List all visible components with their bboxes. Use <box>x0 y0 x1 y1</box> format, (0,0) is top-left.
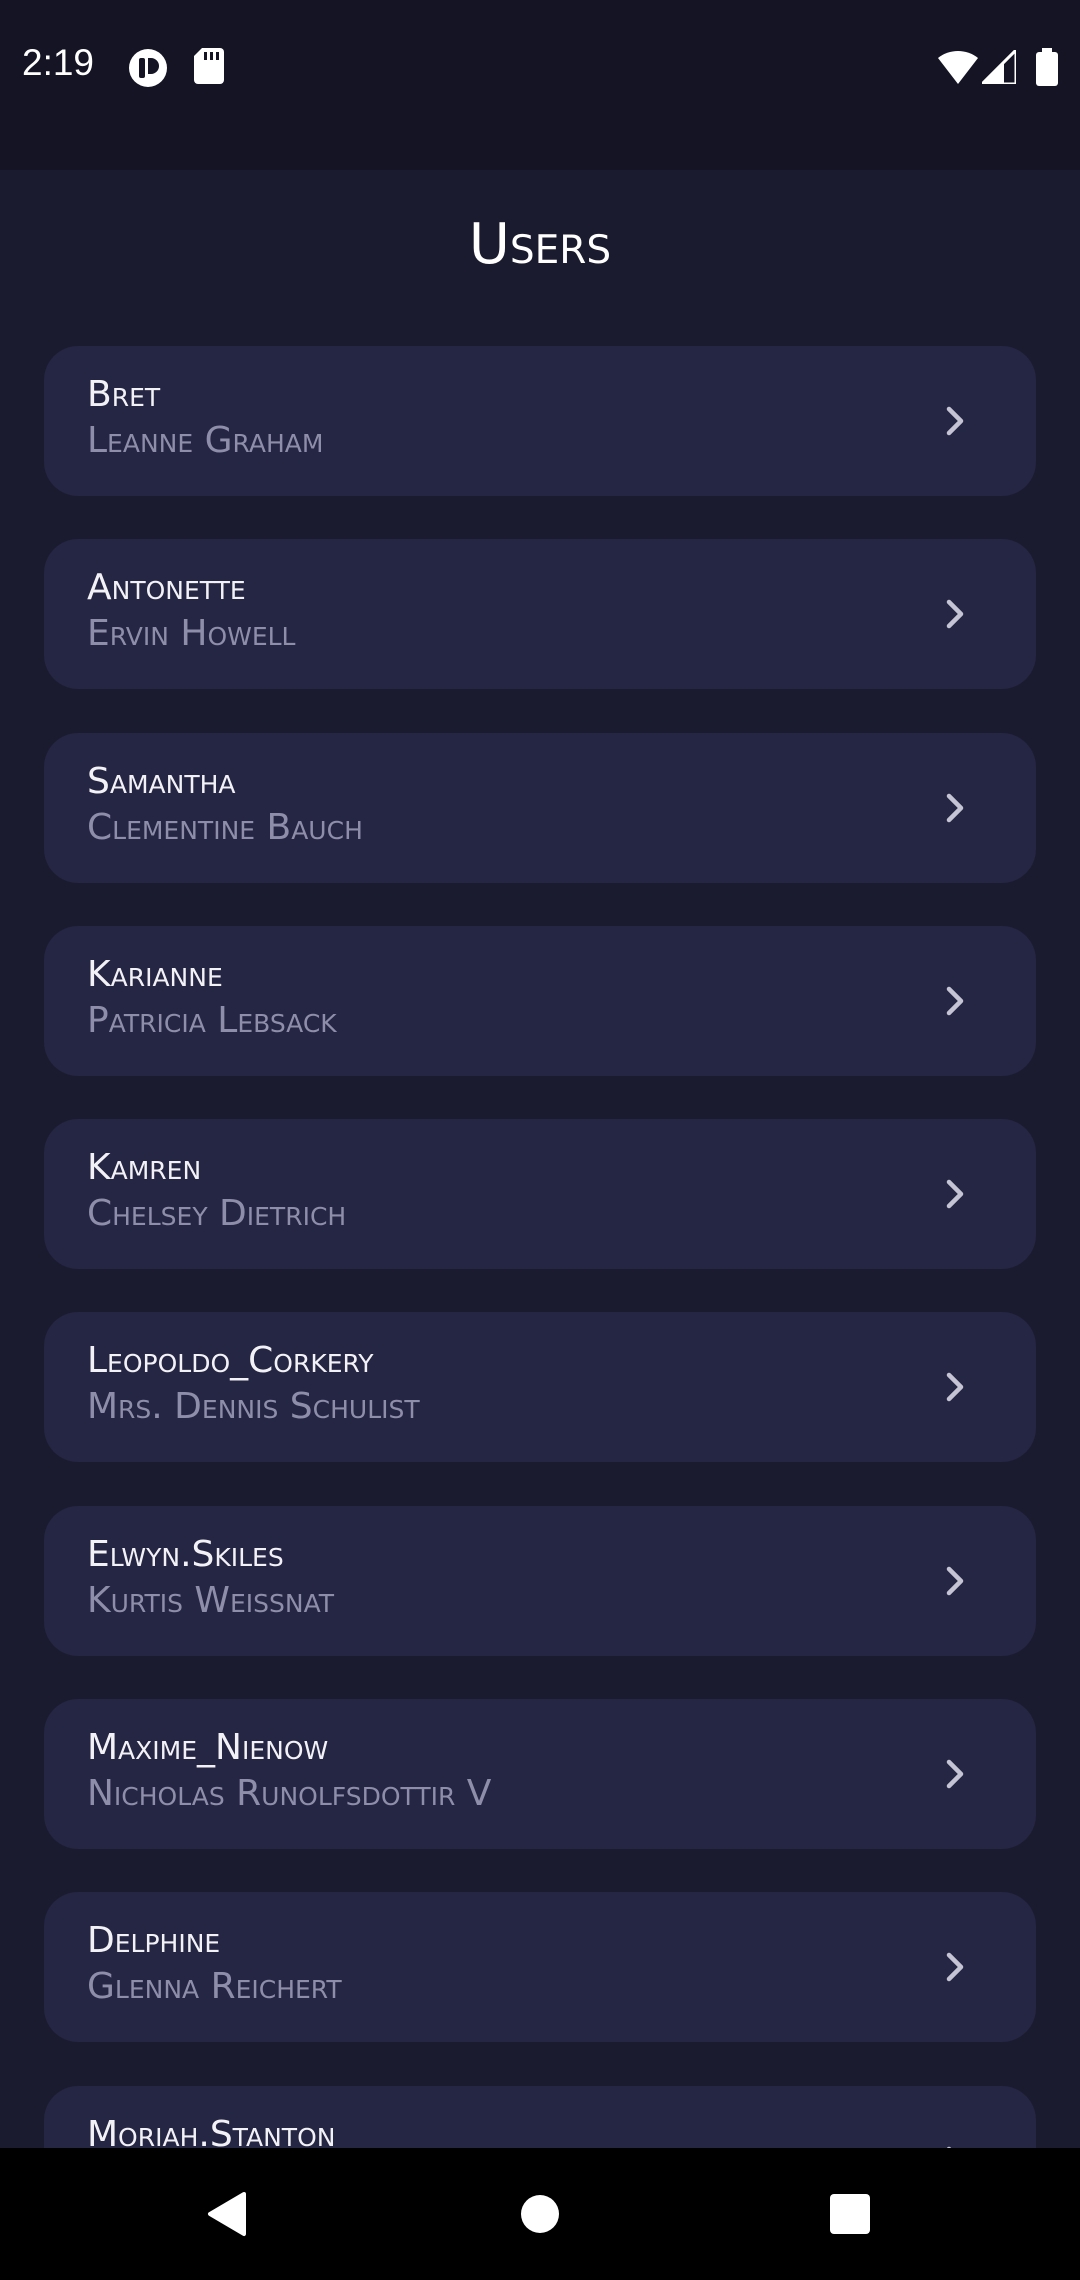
user-full-name: Clementine Bauch <box>87 807 363 848</box>
user-list-item[interactable]: Karianne Patricia Lebsack <box>44 926 1036 1076</box>
user-username: Leopoldo_Corkery <box>87 1340 374 1381</box>
user-username: Moriah.Stanton <box>87 2114 336 2148</box>
chevron-right-icon <box>946 986 964 1016</box>
home-button[interactable] <box>504 2178 576 2250</box>
chevron-right-icon <box>946 1759 964 1789</box>
user-list-item[interactable]: Moriah.Stanton <box>44 2086 1036 2148</box>
user-username: Karianne <box>87 954 223 995</box>
status-time: 2:19 <box>22 42 95 83</box>
navigation-bar <box>0 2148 1080 2280</box>
battery-icon <box>1036 48 1058 90</box>
user-full-name: Glenna Reichert <box>87 1966 342 2007</box>
sd-card-icon <box>194 48 224 88</box>
user-full-name: Nicholas Runolfsdottir V <box>87 1773 492 1814</box>
user-username: Delphine <box>87 1920 221 1961</box>
user-list-item[interactable]: Delphine Glenna Reichert <box>44 1892 1036 2042</box>
user-list-item[interactable]: Samantha Clementine Bauch <box>44 733 1036 883</box>
back-icon <box>208 2192 246 2236</box>
user-list-item[interactable]: Maxime_Nienow Nicholas Runolfsdottir V <box>44 1699 1036 1849</box>
user-username: Elwyn.Skiles <box>87 1534 284 1575</box>
user-username: Bret <box>87 374 161 415</box>
user-list-item[interactable]: Kamren Chelsey Dietrich <box>44 1119 1036 1269</box>
user-list-item[interactable]: Antonette Ervin Howell <box>44 539 1036 689</box>
user-username: Maxime_Nienow <box>87 1727 329 1768</box>
chevron-right-icon <box>946 1372 964 1402</box>
user-list[interactable]: Bret Leanne Graham Antonette Ervin Howel… <box>0 346 1080 2148</box>
chevron-right-icon <box>946 1566 964 1596</box>
cellular-signal-icon <box>978 46 1018 88</box>
chevron-right-icon <box>946 1952 964 1982</box>
user-username: Antonette <box>87 567 246 608</box>
user-list-item[interactable]: Leopoldo_Corkery Mrs. Dennis Schulist <box>44 1312 1036 1462</box>
chevron-right-icon <box>946 793 964 823</box>
page-title: Users <box>468 212 612 277</box>
user-full-name: Leanne Graham <box>87 420 324 461</box>
user-full-name: Chelsey Dietrich <box>87 1193 347 1234</box>
wifi-icon <box>938 50 978 88</box>
user-list-item[interactable]: Bret Leanne Graham <box>44 346 1036 496</box>
chevron-right-icon <box>946 1179 964 1209</box>
user-list-item[interactable]: Elwyn.Skiles Kurtis Weissnat <box>44 1506 1036 1656</box>
user-full-name: Kurtis Weissnat <box>87 1580 335 1621</box>
user-username: Samantha <box>87 761 236 802</box>
home-icon <box>521 2195 559 2233</box>
user-full-name: Mrs. Dennis Schulist <box>87 1386 420 1427</box>
status-bar: 2:19 <box>0 0 1080 170</box>
back-button[interactable] <box>190 2178 262 2250</box>
user-full-name: Patricia Lebsack <box>87 1000 337 1041</box>
media-session-icon <box>128 48 168 92</box>
recents-icon <box>830 2194 870 2234</box>
recents-button[interactable] <box>814 2178 886 2250</box>
chevron-right-icon <box>946 406 964 436</box>
screen: 2:19 Users Bret Leanne Graham Antonette … <box>0 0 1080 2280</box>
user-full-name: Ervin Howell <box>87 613 296 654</box>
user-username: Kamren <box>87 1147 202 1188</box>
chevron-right-icon <box>946 599 964 629</box>
